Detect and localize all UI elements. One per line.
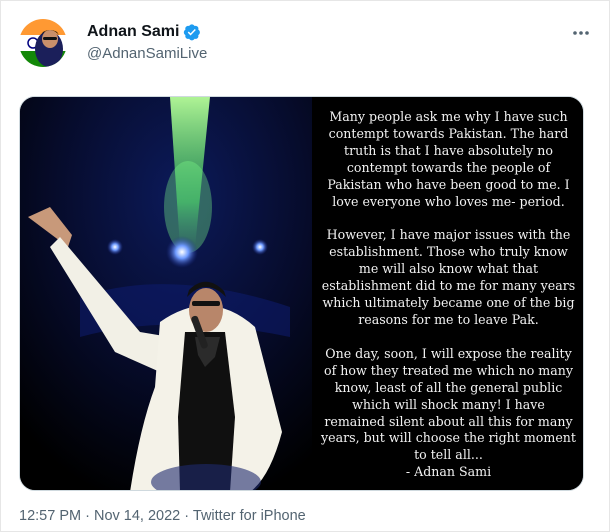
tweet-header: Adnan Sami @AdnanSamiLive [19, 15, 595, 75]
quote-panel: Many people ask me why I have such conte… [312, 97, 583, 490]
more-horizontal-icon[interactable] [569, 21, 593, 45]
tweet-source: Twitter for iPhone [192, 508, 306, 524]
tweet-time[interactable]: 12:57 PM [19, 508, 81, 524]
tweet-meta: 12:57 PM · Nov 14, 2022 · Twitter for iP… [19, 508, 306, 524]
verified-badge-icon [183, 23, 201, 41]
tweet-media[interactable]: Many people ask me why I have such conte… [19, 96, 584, 491]
user-handle[interactable]: @AdnanSamiLive [87, 45, 207, 62]
quote-paragraph-3: One day, soon, I will expose the reality… [320, 346, 577, 481]
quote-signature: - Adnan Sami [405, 464, 492, 480]
meta-separator: · [85, 508, 90, 524]
tweet-card: Adnan Sami @AdnanSamiLive Many people as… [0, 0, 610, 532]
display-name[interactable]: Adnan Sami [87, 23, 179, 41]
avatar[interactable] [19, 19, 67, 67]
meta-separator: · [184, 508, 190, 524]
quote-text: Many people ask me why I have such conte… [320, 109, 577, 481]
quote-paragraph-3-text: One day, soon, I will expose the reality… [321, 345, 576, 463]
quote-paragraph-1: Many people ask me why I have such conte… [327, 109, 570, 209]
quote-paragraph-2: However, I have major issues with the es… [321, 227, 576, 327]
name-row: Adnan Sami [87, 23, 201, 41]
tweet-date[interactable]: Nov 14, 2022 [94, 508, 180, 524]
concert-photo [20, 97, 312, 490]
